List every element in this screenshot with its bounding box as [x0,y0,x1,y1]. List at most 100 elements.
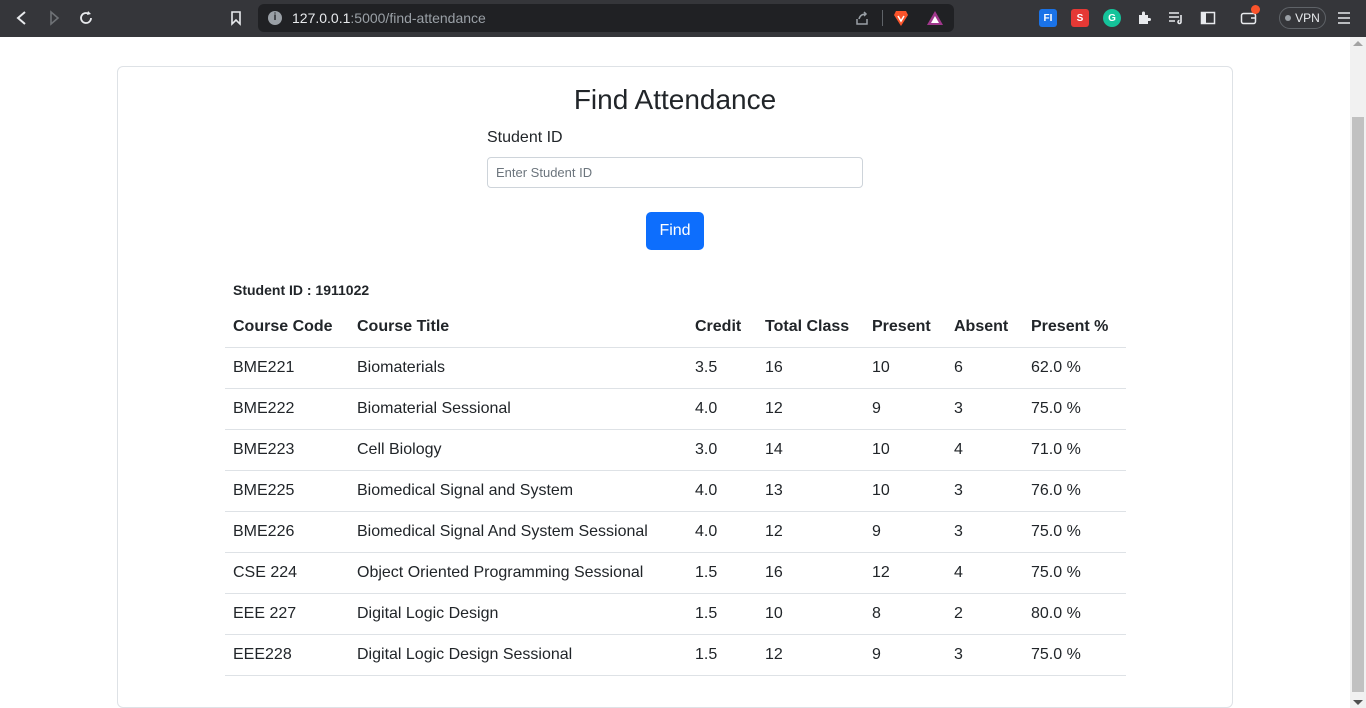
attendance-table: Course Code Course Title Credit Total Cl… [225,307,1126,676]
divider [882,10,883,26]
cell-present: 10 [864,347,946,389]
attendance-card: Find Attendance Student ID Find Student … [117,66,1233,708]
table-header-row: Course Code Course Title Credit Total Cl… [225,307,1126,348]
address-bar[interactable]: i 127.0.0.1:5000/find-attendance [258,4,954,32]
cell-course-code: BME225 [225,470,349,512]
student-id-input[interactable] [487,157,863,188]
cell-total-class: 13 [757,470,864,512]
browser-toolbar: i 127.0.0.1:5000/find-attendance FI S G … [0,0,1366,37]
table-row: BME221 Biomaterials 3.5 16 10 6 62.0 % [225,347,1126,389]
scroll-up-arrow[interactable] [1353,41,1363,46]
cell-absent: 3 [946,511,1023,553]
cell-credit: 4.0 [687,511,757,553]
cell-absent: 3 [946,634,1023,676]
header-total-class: Total Class [757,307,864,348]
cell-course-title: Biomaterial Sessional [349,388,687,430]
reload-icon[interactable] [75,8,97,28]
cell-total-class: 10 [757,593,864,635]
playlist-icon[interactable] [1167,9,1185,27]
puzzle-icon[interactable] [1135,9,1153,27]
table-row: EEE 227 Digital Logic Design 1.5 10 8 2 80.0 % [225,593,1126,635]
cell-course-title: Biomedical Signal And System Sessional [349,511,687,553]
cell-credit: 3.5 [687,347,757,389]
cell-total-class: 14 [757,429,864,471]
cell-present: 9 [864,388,946,430]
cell-absent: 3 [946,470,1023,512]
table-row: BME225 Biomedical Signal and System 4.0 13 1… [225,470,1126,512]
wallet-icon[interactable] [1239,5,1260,27]
cell-present: 9 [864,634,946,676]
forward-icon[interactable] [43,8,65,28]
cell-absent: 3 [946,388,1023,430]
page-title: Find Attendance [573,84,777,115]
cell-total-class: 12 [757,388,864,430]
find-button[interactable]: Find [646,212,704,250]
cell-present: 10 [864,470,946,512]
cell-absent: 4 [946,552,1023,594]
cell-course-code: BME223 [225,429,349,471]
cell-absent: 4 [946,429,1023,471]
student-id-label: Student ID [487,129,563,146]
student-id-heading: Student ID : 1911022 [233,282,370,298]
brave-shields-icon[interactable] [892,9,910,32]
cell-present-percent: 75.0 % [1023,552,1126,594]
cell-course-code: CSE 224 [225,552,349,594]
cell-course-title: Biomedical Signal and System [349,470,687,512]
cell-total-class: 12 [757,511,864,553]
header-course-code: Course Code [225,307,349,348]
cell-course-title: Cell Biology [349,429,687,471]
cell-credit: 4.0 [687,470,757,512]
cell-course-title: Digital Logic Design [349,593,687,635]
cell-present-percent: 80.0 % [1023,593,1126,635]
header-credit: Credit [687,307,757,348]
cell-credit: 1.5 [687,634,757,676]
cell-credit: 1.5 [687,552,757,594]
scrollbar-thumb[interactable] [1352,117,1364,692]
cell-present: 10 [864,429,946,471]
cell-present: 12 [864,552,946,594]
cell-credit: 4.0 [687,388,757,430]
cell-total-class: 12 [757,634,864,676]
vpn-button[interactable]: VPN [1279,7,1326,29]
cell-course-code: BME226 [225,511,349,553]
cell-course-code: BME222 [225,388,349,430]
cell-present-percent: 71.0 % [1023,429,1126,471]
cell-course-code: EEE228 [225,634,349,676]
cell-present-percent: 75.0 % [1023,511,1126,553]
cell-course-title: Object Oriented Programming Sessional [349,552,687,594]
cell-course-title: Biomaterials [349,347,687,389]
sidebar-icon[interactable] [1199,9,1217,27]
cell-present-percent: 75.0 % [1023,634,1126,676]
cell-course-title: Digital Logic Design Sessional [349,634,687,676]
back-icon[interactable] [11,8,33,28]
cell-present: 9 [864,511,946,553]
cell-credit: 3.0 [687,429,757,471]
table-row: EEE228 Digital Logic Design Sessional 1.5 1… [225,634,1126,676]
cell-total-class: 16 [757,552,864,594]
info-icon[interactable]: i [268,11,282,25]
notification-dot [1251,5,1260,14]
pdf-extension-icon[interactable]: S [1071,9,1089,27]
scroll-down-arrow[interactable] [1353,700,1363,705]
table-row: BME223 Cell Biology 3.0 14 10 4 71.0 % [225,429,1126,471]
bookmark-icon[interactable] [225,8,247,28]
header-present-percent: Present % [1023,307,1126,348]
cell-course-code: EEE 227 [225,593,349,635]
cell-course-code: BME221 [225,347,349,389]
menu-icon[interactable] [1335,9,1353,27]
cell-credit: 1.5 [687,593,757,635]
cell-present-percent: 76.0 % [1023,470,1126,512]
vpn-status-dot [1285,15,1292,21]
share-icon[interactable] [854,10,870,31]
url-text: 127.0.0.1:5000/find-attendance [292,10,486,26]
cell-present: 8 [864,593,946,635]
table-row: CSE 224 Object Oriented Programming Sessi… [225,552,1126,594]
cell-total-class: 16 [757,347,864,389]
header-absent: Absent [946,307,1023,348]
cell-absent: 2 [946,593,1023,635]
header-present: Present [864,307,946,348]
table-row: BME226 Biomedical Signal And System Sessi… [225,511,1126,553]
brave-rewards-icon[interactable] [926,9,944,32]
grammarly-icon[interactable]: G [1103,9,1121,27]
fi-extension-icon[interactable]: FI [1039,9,1057,27]
